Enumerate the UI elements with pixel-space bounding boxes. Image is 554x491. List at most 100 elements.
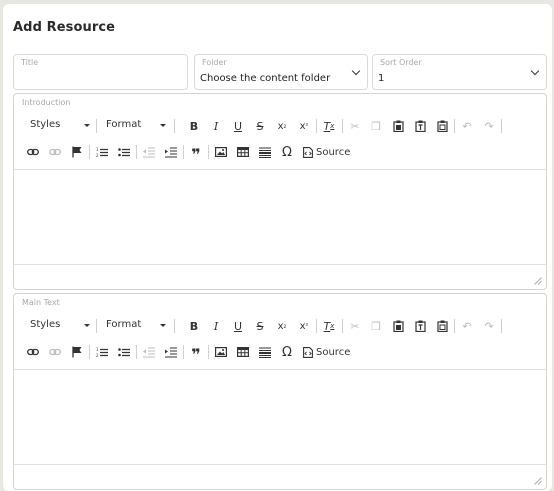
remove-format-icon[interactable]: Tx	[320, 316, 338, 336]
toolbar-separator	[136, 145, 137, 159]
main-text-content-area[interactable]	[14, 369, 546, 465]
superscript-icon[interactable]: x²	[295, 116, 313, 136]
add-resource-card: Add Resource Title Folder Choose the con…	[3, 4, 552, 491]
svg-text:1: 1	[96, 347, 99, 352]
toolbar-separator	[316, 319, 317, 333]
folder-label: Folder	[202, 58, 227, 67]
toolbar-separator	[501, 319, 502, 333]
superscript-icon[interactable]: x²	[295, 316, 313, 336]
toolbar-separator	[96, 319, 97, 333]
toolbar-separator	[342, 319, 343, 333]
toolbar-separator	[454, 319, 455, 333]
main-text-label: Main Text	[22, 298, 60, 307]
toolbar-separator	[316, 119, 317, 133]
indent-icon[interactable]	[162, 342, 180, 362]
folder-value: Choose the content folder	[200, 73, 331, 84]
underline-icon[interactable]: U	[229, 116, 247, 136]
unlink-icon[interactable]	[46, 342, 64, 362]
outdent-icon[interactable]	[140, 342, 158, 362]
special-char-icon[interactable]: Ω	[278, 342, 296, 362]
source-button[interactable]: Source	[303, 342, 350, 362]
paste-word-icon[interactable]	[433, 116, 451, 136]
paste-icon[interactable]	[389, 316, 407, 336]
svg-text:2: 2	[96, 153, 99, 158]
paste-icon[interactable]	[389, 116, 407, 136]
strikethrough-icon[interactable]: S	[251, 316, 269, 336]
toolbar-separator	[342, 119, 343, 133]
toolbar-separator	[183, 345, 184, 359]
remove-format-icon[interactable]: Tx	[320, 116, 338, 136]
title-label: Title	[21, 58, 39, 67]
introduction-label: Introduction	[22, 98, 71, 107]
toolbar-separator	[208, 145, 209, 159]
horizontal-rule-icon[interactable]	[256, 142, 274, 162]
styles-dropdown[interactable]: Styles	[24, 116, 92, 136]
copy-icon[interactable]: ❐	[367, 116, 385, 136]
bold-icon[interactable]: B	[185, 316, 203, 336]
redo-icon[interactable]: ↷	[480, 116, 498, 136]
anchor-icon[interactable]	[68, 342, 86, 362]
indent-icon[interactable]	[162, 142, 180, 162]
resize-handle-icon[interactable]	[534, 277, 542, 285]
toolbar-separator	[174, 319, 175, 333]
bold-icon[interactable]: B	[185, 116, 203, 136]
format-dropdown[interactable]: Format	[100, 316, 168, 336]
styles-label: Styles	[30, 319, 61, 330]
unlink-icon[interactable]	[46, 142, 64, 162]
bulleted-list-icon[interactable]	[115, 342, 133, 362]
folder-select[interactable]: Folder Choose the content folder	[194, 54, 368, 90]
blockquote-icon[interactable]: ❞	[187, 342, 205, 364]
source-icon	[303, 146, 313, 158]
title-field[interactable]: Title	[13, 54, 188, 90]
special-char-icon[interactable]: Ω	[278, 142, 296, 162]
styles-dropdown[interactable]: Styles	[24, 316, 92, 336]
format-label: Format	[106, 119, 142, 130]
format-dropdown[interactable]: Format	[100, 116, 168, 136]
cut-icon[interactable]: ✂	[346, 316, 364, 336]
sort-order-select[interactable]: Sort Order 1	[372, 54, 547, 90]
toolbar-separator	[96, 119, 97, 133]
undo-icon[interactable]: ↶	[458, 316, 476, 336]
image-icon[interactable]	[212, 342, 230, 362]
styles-label: Styles	[30, 119, 61, 130]
toolbar-separator	[183, 145, 184, 159]
italic-icon[interactable]: I	[207, 316, 225, 336]
paste-text-icon[interactable]	[411, 316, 429, 336]
italic-icon[interactable]: I	[207, 116, 225, 136]
outdent-icon[interactable]	[140, 142, 158, 162]
chevron-down-icon	[351, 66, 361, 76]
svg-text:2: 2	[96, 353, 99, 358]
strikethrough-icon[interactable]: S	[251, 116, 269, 136]
bulleted-list-icon[interactable]	[115, 142, 133, 162]
resize-handle-icon[interactable]	[534, 477, 542, 485]
caret-down-icon	[160, 324, 166, 327]
blockquote-icon[interactable]: ❞	[187, 142, 205, 164]
redo-icon[interactable]: ↷	[480, 316, 498, 336]
numbered-list-icon[interactable]: 12	[93, 342, 111, 362]
paste-text-icon[interactable]	[411, 116, 429, 136]
undo-icon[interactable]: ↶	[458, 116, 476, 136]
toolbar-separator	[501, 119, 502, 133]
numbered-list-icon[interactable]: 12	[93, 142, 111, 162]
source-icon	[303, 346, 313, 358]
main-text-editor: Main Text Styles Format B I U S x₂ x² Tx…	[13, 293, 547, 490]
cut-icon[interactable]: ✂	[346, 116, 364, 136]
anchor-icon[interactable]	[68, 142, 86, 162]
link-icon[interactable]	[24, 142, 42, 162]
sort-order-value: 1	[378, 73, 385, 84]
paste-word-icon[interactable]	[433, 316, 451, 336]
link-icon[interactable]	[24, 342, 42, 362]
subscript-icon[interactable]: x₂	[273, 316, 291, 336]
introduction-editor: Introduction Styles Format B I U S x₂ x²…	[13, 93, 547, 290]
chevron-down-icon	[530, 66, 540, 76]
table-icon[interactable]	[234, 342, 252, 362]
toolbar-separator	[208, 345, 209, 359]
subscript-icon[interactable]: x₂	[273, 116, 291, 136]
horizontal-rule-icon[interactable]	[256, 342, 274, 362]
introduction-content-area[interactable]	[14, 169, 546, 265]
copy-icon[interactable]: ❐	[367, 316, 385, 336]
image-icon[interactable]	[212, 142, 230, 162]
source-button[interactable]: Source	[303, 142, 350, 162]
underline-icon[interactable]: U	[229, 316, 247, 336]
table-icon[interactable]	[234, 142, 252, 162]
